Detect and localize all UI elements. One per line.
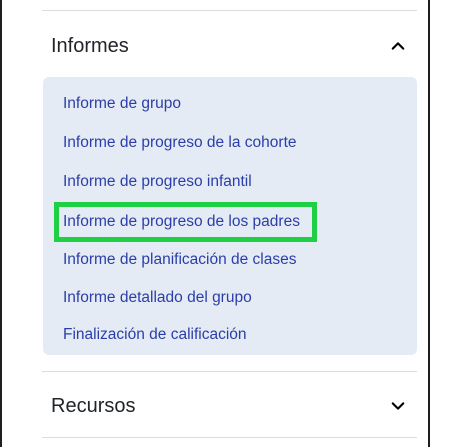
chevron-down-icon[interactable] bbox=[387, 395, 409, 417]
divider bbox=[42, 10, 417, 11]
informes-section-header[interactable]: Informes bbox=[42, 28, 417, 64]
recursos-section-header[interactable]: Recursos bbox=[42, 388, 417, 424]
recursos-section-title: Recursos bbox=[51, 394, 136, 417]
chevron-up-icon[interactable] bbox=[387, 35, 409, 57]
informe-progreso-infantil-link[interactable]: Informe de progreso infantil bbox=[63, 169, 252, 195]
scrollbar-track[interactable] bbox=[432, 0, 449, 447]
informe-progreso-padres-link[interactable]: Informe de progreso de los padres bbox=[54, 202, 317, 242]
divider bbox=[42, 437, 417, 438]
informe-progreso-cohorte-link[interactable]: Informe de progreso de la cohorte bbox=[63, 130, 297, 156]
informe-detallado-grupo-link[interactable]: Informe detallado del grupo bbox=[63, 285, 252, 311]
finalizacion-calificacion-link[interactable]: Finalización de calificación bbox=[63, 322, 247, 348]
informes-section-title: Informes bbox=[51, 34, 129, 57]
informe-planificacion-clases-link[interactable]: Informe de planificación de clases bbox=[63, 247, 297, 273]
informes-panel: Informe de grupo Informe de progreso de … bbox=[43, 77, 417, 355]
informe-de-grupo-link[interactable]: Informe de grupo bbox=[63, 91, 181, 117]
sidebar-frame: Informes Informe de grupo Informe de pro… bbox=[0, 0, 430, 447]
divider bbox=[42, 371, 417, 372]
